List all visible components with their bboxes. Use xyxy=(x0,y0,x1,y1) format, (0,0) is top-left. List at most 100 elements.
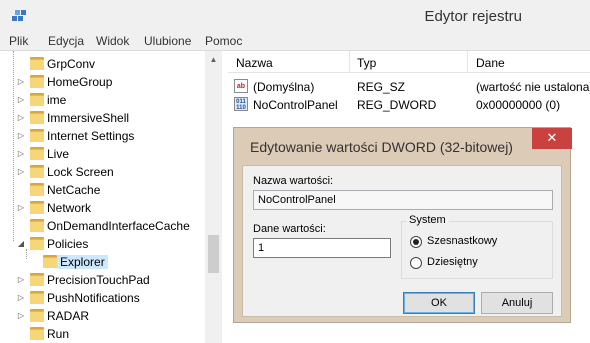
tree-item[interactable]: Explorer xyxy=(0,253,205,271)
expander-icon[interactable]: ▷ xyxy=(17,131,25,141)
folder-icon xyxy=(30,57,44,70)
menu-bar: Plik Edycja Widok Ulubione Pomoc xyxy=(0,31,590,51)
folder-icon xyxy=(30,327,44,340)
cancel-button[interactable]: Anuluj xyxy=(481,292,553,314)
folder-icon xyxy=(30,129,44,142)
window-title: Edytor rejestru xyxy=(424,8,522,25)
radio-button[interactable] xyxy=(410,257,422,269)
expander-icon[interactable]: ▷ xyxy=(17,311,25,321)
expander-icon[interactable]: ▷ xyxy=(17,95,25,105)
value-name-field[interactable]: NoControlPanel xyxy=(253,190,553,210)
tree-item[interactable]: ▷ Lock Screen xyxy=(0,163,205,181)
tree-item-label[interactable]: Policies xyxy=(47,237,88,251)
tree-item[interactable]: ▷ Live xyxy=(0,145,205,163)
tree-scrollbar[interactable]: ▲ xyxy=(205,51,222,343)
folder-icon xyxy=(30,183,44,196)
tree-item[interactable]: ▷ HomeGroup xyxy=(0,73,205,91)
edit-dword-dialog: Edytowanie wartości DWORD (32-bitowej) ✕… xyxy=(233,127,572,323)
column-data[interactable]: Dane xyxy=(476,56,505,70)
folder-icon xyxy=(30,309,44,322)
radio-dec-label[interactable]: Dziesiętny xyxy=(427,256,478,268)
scrollbar-thumb[interactable] xyxy=(208,235,219,273)
tree-item[interactable]: ▷ ime xyxy=(0,91,205,109)
expander-icon[interactable] xyxy=(17,329,25,339)
folder-icon xyxy=(30,93,44,106)
menu-edit[interactable]: Edycja xyxy=(48,34,84,48)
value-data-input[interactable]: 1 xyxy=(253,238,391,258)
column-divider[interactable] xyxy=(467,51,468,73)
tree-item-label[interactable]: Internet Settings xyxy=(47,129,134,143)
expander-icon[interactable]: ▷ xyxy=(17,203,25,213)
column-divider[interactable] xyxy=(349,51,350,73)
tree-item[interactable]: ◢ Policies xyxy=(0,235,205,253)
dialog-body: Nazwa wartości: NoControlPanel Dane wart… xyxy=(242,165,562,317)
expander-icon[interactable]: ◢ xyxy=(17,239,25,249)
menu-view[interactable]: Widok xyxy=(96,34,129,48)
string-value-icon: ab xyxy=(234,79,248,93)
tree-item-label[interactable]: GrpConv xyxy=(47,57,95,71)
close-button[interactable]: ✕ xyxy=(532,128,572,149)
expander-icon[interactable]: ▷ xyxy=(17,293,25,303)
expander-icon[interactable] xyxy=(17,221,25,231)
base-group-title: System xyxy=(406,214,449,226)
base-groupbox: System Szesnastkowy Dziesiętny xyxy=(401,214,553,279)
tree-item-label[interactable]: RADAR xyxy=(47,309,89,323)
key-tree[interactable]: GrpConv ▷ HomeGroup ▷ ime ▷ ImmersiveShell ▷ Int… xyxy=(0,51,222,343)
expander-icon[interactable]: ▷ xyxy=(17,167,25,177)
tree-item[interactable]: OnDemandInterfaceCache xyxy=(0,217,205,235)
expander-icon[interactable]: ▷ xyxy=(17,149,25,159)
tree-item[interactable]: GrpConv xyxy=(0,55,205,73)
tree-item[interactable]: ▷ PrecisionTouchPad xyxy=(0,271,205,289)
column-name[interactable]: Nazwa xyxy=(236,56,273,70)
tree-item[interactable]: Run xyxy=(0,325,205,343)
menu-help[interactable]: Pomoc xyxy=(205,34,242,48)
menu-favorites[interactable]: Ulubione xyxy=(144,34,191,48)
expander-icon[interactable]: ▷ xyxy=(17,113,25,123)
title-bar: Edytor rejestru xyxy=(0,0,590,31)
list-row[interactable]: 011 110 NoControlPanel REG_DWORD 0x000000… xyxy=(228,96,590,114)
radio-selected-dot xyxy=(413,239,419,245)
tree-item-label[interactable]: NetCache xyxy=(47,183,100,197)
tree-item-label[interactable]: Live xyxy=(47,147,69,161)
tree-item[interactable]: ▷ ImmersiveShell xyxy=(0,109,205,127)
list-header: Nazwa Typ Dane xyxy=(228,51,590,73)
tree-item[interactable]: ▷ Internet Settings xyxy=(0,127,205,145)
expander-icon[interactable] xyxy=(30,257,38,267)
value-type: REG_SZ xyxy=(357,80,406,94)
tree-item-label[interactable]: Lock Screen xyxy=(47,165,114,179)
value-data-label: Dane wartości: xyxy=(253,223,326,235)
tree-item-label[interactable]: ImmersiveShell xyxy=(47,111,129,125)
binary-value-icon: 011 110 xyxy=(234,97,248,111)
ok-button[interactable]: OK xyxy=(403,292,475,314)
value-data: 0x00000000 (0) xyxy=(476,98,561,112)
tree-item[interactable]: ▷ PushNotifications xyxy=(0,289,205,307)
tree-item-label[interactable]: OnDemandInterfaceCache xyxy=(47,219,190,233)
expander-icon[interactable] xyxy=(17,185,25,195)
tree-item-label[interactable]: Network xyxy=(47,201,91,215)
tree-item[interactable]: ▷ Network xyxy=(0,199,205,217)
scroll-up-icon[interactable]: ▲ xyxy=(205,51,222,68)
folder-icon xyxy=(30,237,44,250)
expander-icon[interactable]: ▷ xyxy=(17,275,25,285)
radio-button[interactable] xyxy=(410,236,422,248)
folder-icon xyxy=(30,111,44,124)
expander-icon[interactable]: ▷ xyxy=(17,77,25,87)
tree-item-label[interactable]: HomeGroup xyxy=(47,75,112,89)
expander-icon[interactable] xyxy=(17,59,25,69)
radio-hex-label[interactable]: Szesnastkowy xyxy=(427,235,497,247)
value-data: (wartość nie ustalona) xyxy=(476,80,590,94)
tree-item[interactable]: NetCache xyxy=(0,181,205,199)
tree-item-label[interactable]: PushNotifications xyxy=(47,291,140,305)
tree-item-label[interactable]: ime xyxy=(47,93,66,107)
tree-item-label[interactable]: PrecisionTouchPad xyxy=(47,273,150,287)
menu-file[interactable]: Plik xyxy=(9,34,28,48)
column-type[interactable]: Typ xyxy=(357,56,376,70)
tree-item-label[interactable]: Run xyxy=(47,327,69,341)
folder-icon xyxy=(30,219,44,232)
value-type: REG_DWORD xyxy=(357,98,437,112)
folder-icon xyxy=(30,273,44,286)
tree-item-label[interactable]: Explorer xyxy=(57,255,108,269)
tree-item[interactable]: ▷ RADAR xyxy=(0,307,205,325)
folder-icon xyxy=(30,291,44,304)
list-row[interactable]: ab (Domyślna) REG_SZ (wartość nie ustalo… xyxy=(228,78,590,96)
